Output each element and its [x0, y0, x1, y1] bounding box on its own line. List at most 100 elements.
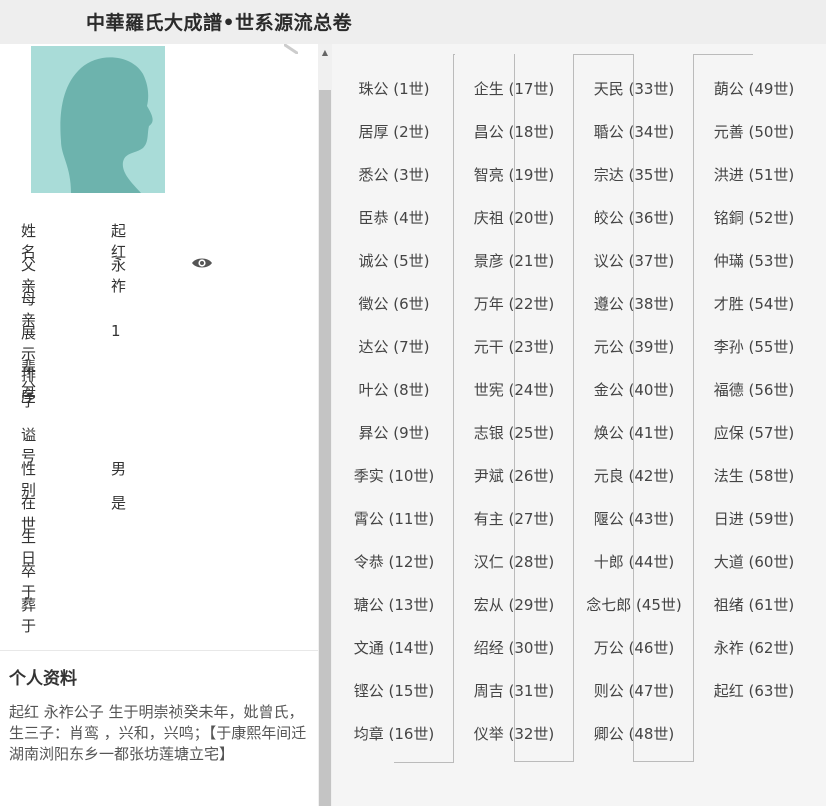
- generation-item[interactable]: 居厚 (2世): [334, 97, 454, 141]
- generation-item[interactable]: 则公 (47世): [574, 656, 694, 700]
- scrollbar[interactable]: ▲: [318, 44, 332, 806]
- generation-item[interactable]: 令恭 (12世): [334, 527, 454, 571]
- generation-column: 企生 (17世) 昌公 (18世) 智亮 (19世) 庆祖 (20世) 景彦 (21世)…: [454, 54, 574, 743]
- generation-item[interactable]: 珠公 (1世): [334, 54, 454, 98]
- generation-item[interactable]: 金公 (40世): [574, 355, 694, 399]
- generation-item[interactable]: 景彦 (21世): [454, 226, 574, 270]
- divider: [0, 650, 318, 651]
- generation-item[interactable]: 有主 (27世): [454, 484, 574, 528]
- generation-item[interactable]: 元善 (50世): [694, 97, 814, 141]
- generation-item[interactable]: 李孙 (55世): [694, 312, 814, 356]
- generation-item[interactable]: 祖绪 (61世): [694, 570, 814, 614]
- generation-label: 元公 (39世): [593, 338, 675, 356]
- generation-label: 金公 (40世): [593, 381, 675, 399]
- generation-item[interactable]: 才胜 (54世): [694, 269, 814, 313]
- generation-item[interactable]: 万年 (22世): [454, 269, 574, 313]
- generation-item[interactable]: 诚公 (5世): [334, 226, 454, 270]
- generation-item[interactable]: 日进 (59世): [694, 484, 814, 528]
- generation-item[interactable]: 绍经 (30世): [454, 613, 574, 657]
- generation-label: 元干 (23世): [473, 338, 555, 356]
- generation-label: 万公 (46世): [593, 639, 675, 657]
- generation-item[interactable]: 元公 (39世): [574, 312, 694, 356]
- generation-label: 仪举 (32世): [473, 725, 555, 743]
- generation-item[interactable]: 宏从 (29世): [454, 570, 574, 614]
- generation-label: 叶公 (8世): [358, 381, 430, 399]
- generation-item[interactable]: 徵公 (6世): [334, 269, 454, 313]
- generation-item[interactable]: 瑭公 (13世): [334, 570, 454, 614]
- generation-item[interactable]: 卿公 (48世): [574, 699, 694, 743]
- scroll-up-arrow-icon[interactable]: ▲: [318, 46, 332, 60]
- generation-label: 遵公 (38世): [593, 295, 675, 313]
- generation-label: 企生 (17世): [473, 80, 555, 98]
- generation-label: 铿公 (15世): [353, 682, 435, 700]
- generation-item[interactable]: 均章 (16世): [334, 699, 454, 743]
- generation-item[interactable]: 昌公 (18世): [454, 97, 574, 141]
- generation-label: 绍经 (30世): [473, 639, 555, 657]
- generation-item[interactable]: 念七郎 (45世): [574, 570, 694, 614]
- generation-label: 诚公 (5世): [358, 252, 430, 270]
- generation-item[interactable]: 企生 (17世): [454, 54, 574, 98]
- info-value: 1: [111, 322, 121, 340]
- generation-item[interactable]: 尹斌 (26世): [454, 441, 574, 485]
- generation-label: 蓢公 (49世): [713, 80, 795, 98]
- info-value: 永祚: [111, 256, 127, 295]
- generation-item[interactable]: 大道 (60世): [694, 527, 814, 571]
- generation-item[interactable]: 万公 (46世): [574, 613, 694, 657]
- generation-item[interactable]: 宗达 (35世): [574, 140, 694, 184]
- generation-label: 昌公 (18世): [473, 123, 555, 141]
- generation-item[interactable]: 应保 (57世): [694, 398, 814, 442]
- generation-item[interactable]: 霄公 (11世): [334, 484, 454, 528]
- generation-label: 世宪 (24世): [473, 381, 555, 399]
- person-detail-panel: 姓名 起红 父亲 永祚 母亲 展示排序 1 辈分字谥号 性别男在世是生日 卒于 葬于 个人资料 起红…: [0, 44, 318, 806]
- generation-item[interactable]: 季实 (10世): [334, 441, 454, 485]
- generation-label: 有主 (27世): [473, 510, 555, 528]
- generation-item[interactable]: 隁公 (43世): [574, 484, 694, 528]
- generation-label: 珠公 (1世): [358, 80, 430, 98]
- generation-item[interactable]: 庆祖 (20世): [454, 183, 574, 227]
- generation-label: 智亮 (19世): [473, 166, 555, 184]
- generation-column: 蓢公 (49世) 元善 (50世) 洪进 (51世) 铭銅 (52世) 仲璊 (53世)…: [694, 54, 814, 700]
- scroll-thumb[interactable]: [319, 90, 331, 806]
- generation-item[interactable]: 十郎 (44世): [574, 527, 694, 571]
- connector-line: [394, 762, 454, 763]
- generation-item[interactable]: 遵公 (38世): [574, 269, 694, 313]
- generation-item[interactable]: 仲璊 (53世): [694, 226, 814, 270]
- generation-label: 祖绪 (61世): [713, 596, 795, 614]
- generation-item[interactable]: 世宪 (24世): [454, 355, 574, 399]
- generation-item[interactable]: 铭銅 (52世): [694, 183, 814, 227]
- generation-label: 元良 (42世): [593, 467, 675, 485]
- generation-label: 议公 (37世): [593, 252, 675, 270]
- generation-item[interactable]: 䎽公 (34世): [574, 97, 694, 141]
- generation-item[interactable]: 洪进 (51世): [694, 140, 814, 184]
- generation-item[interactable]: 法生 (58世): [694, 441, 814, 485]
- generation-item[interactable]: 元良 (42世): [574, 441, 694, 485]
- generation-label: 令恭 (12世): [353, 553, 435, 571]
- generation-item[interactable]: 议公 (37世): [574, 226, 694, 270]
- generation-item[interactable]: 天民 (33世): [574, 54, 694, 98]
- generation-item[interactable]: 焕公 (41世): [574, 398, 694, 442]
- pin-icon[interactable]: [284, 44, 298, 54]
- generation-label: 均章 (16世): [353, 725, 435, 743]
- generation-item[interactable]: 元干 (23世): [454, 312, 574, 356]
- generation-item[interactable]: 福德 (56世): [694, 355, 814, 399]
- generation-item[interactable]: 智亮 (19世): [454, 140, 574, 184]
- generation-label: 文通 (14世): [353, 639, 435, 657]
- generation-item[interactable]: 永祚 (62世): [694, 613, 814, 657]
- generation-item[interactable]: 铿公 (15世): [334, 656, 454, 700]
- generation-item[interactable]: 达公 (7世): [334, 312, 454, 356]
- generation-item[interactable]: 叶公 (8世): [334, 355, 454, 399]
- eye-icon[interactable]: [191, 255, 213, 271]
- generation-item[interactable]: 志银 (25世): [454, 398, 574, 442]
- generation-item[interactable]: 悉公 (3世): [334, 140, 454, 184]
- generation-item[interactable]: 周吉 (31世): [454, 656, 574, 700]
- generation-item[interactable]: 文通 (14世): [334, 613, 454, 657]
- info-value: 男: [111, 460, 127, 478]
- generation-item[interactable]: 仪举 (32世): [454, 699, 574, 743]
- generation-item[interactable]: 起红 (63世): [694, 656, 814, 700]
- generation-item[interactable]: 皎公 (36世): [574, 183, 694, 227]
- generation-item[interactable]: 汉仁 (28世): [454, 527, 574, 571]
- generation-item[interactable]: 蓢公 (49世): [694, 54, 814, 98]
- generation-item[interactable]: 臣恭 (4世): [334, 183, 454, 227]
- generation-column: 天民 (33世) 䎽公 (34世) 宗达 (35世) 皎公 (36世) 议公 (37世)…: [574, 54, 694, 743]
- generation-item[interactable]: 昪公 (9世): [334, 398, 454, 442]
